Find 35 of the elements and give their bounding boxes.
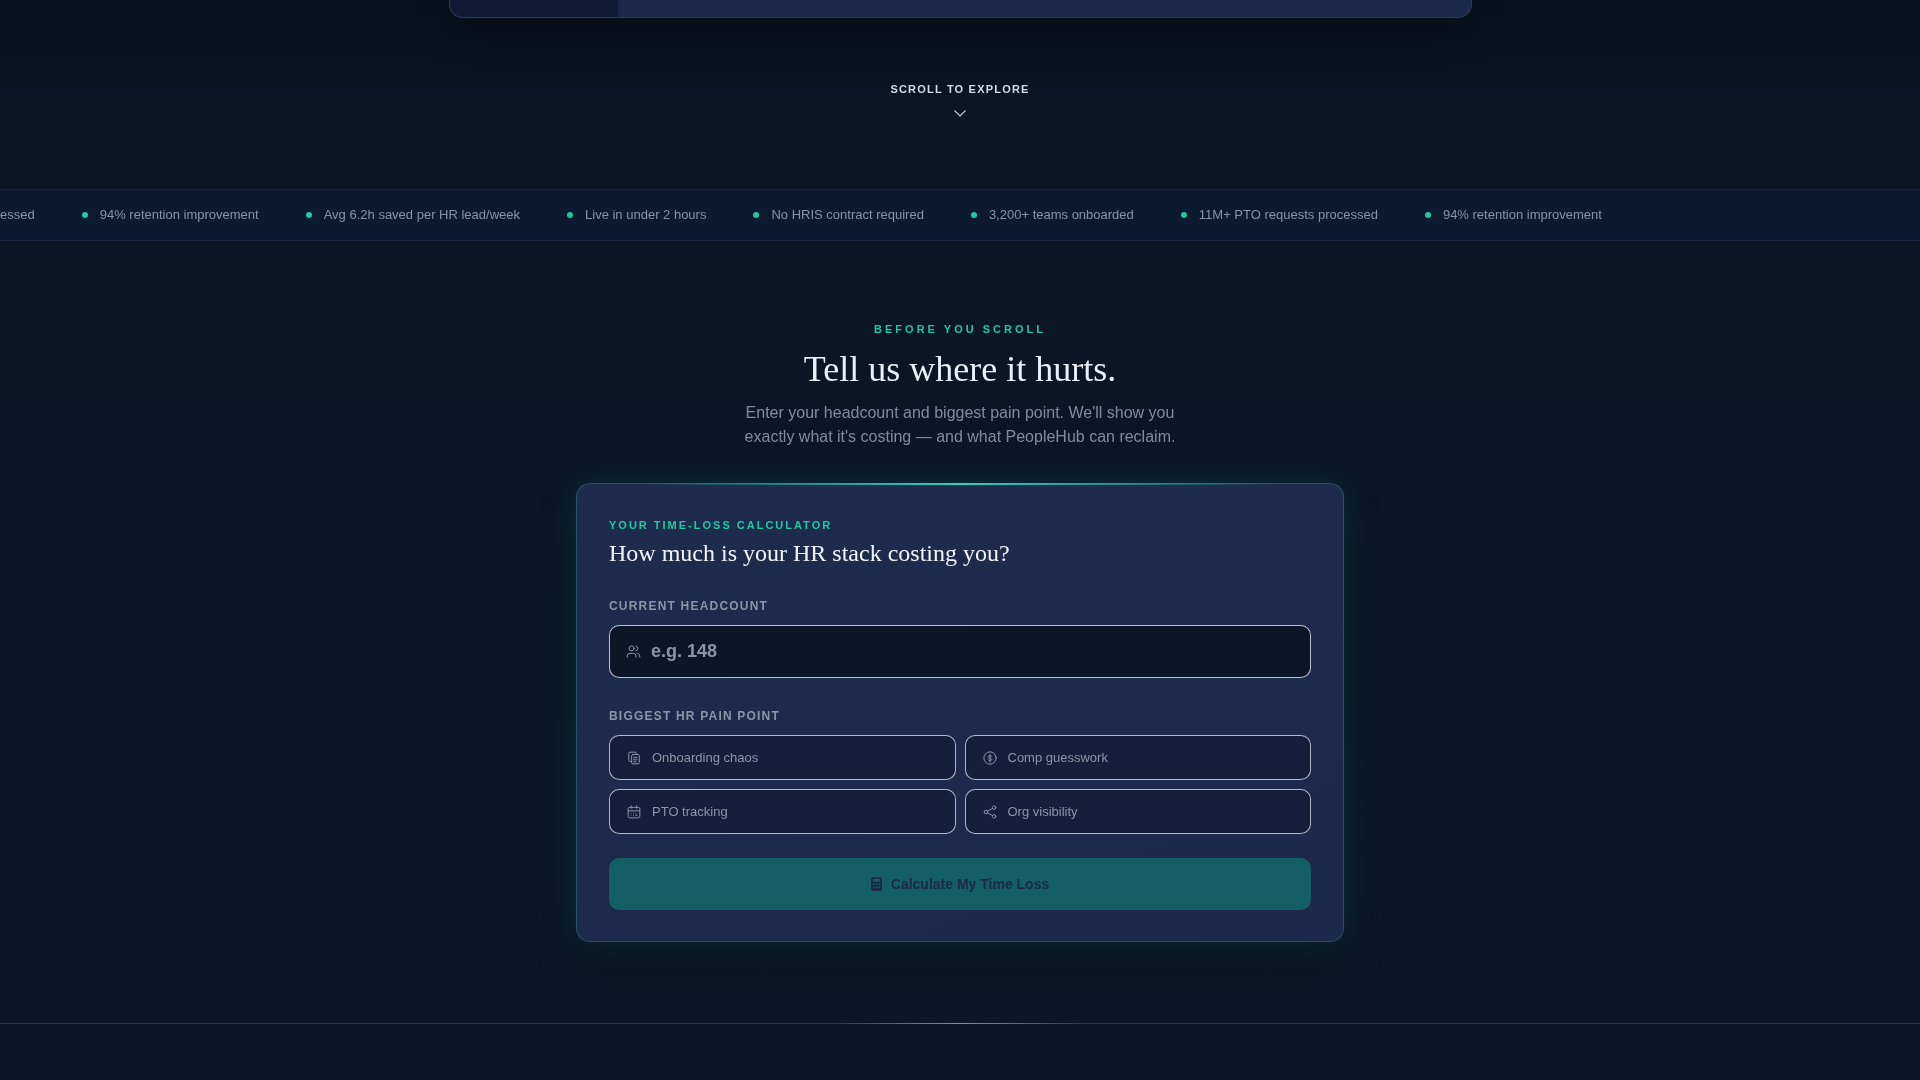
chevron-down-icon (954, 110, 966, 117)
section-heading: Tell us where it hurts. (803, 348, 1117, 391)
field-label: BIGGEST HR PAIN POINT (609, 708, 781, 724)
pain-point-option[interactable]: Org visibility (964, 789, 1311, 834)
bullet-dot-icon (305, 212, 312, 218)
pain-point-option[interactable]: Onboarding chaos (609, 735, 956, 780)
bullet-dot-icon (567, 212, 573, 218)
people-icon (626, 644, 641, 659)
section-eyebrow: BEFORE YOU SCROLL (874, 322, 1046, 336)
documents-icon (627, 750, 641, 765)
calculator-icon (870, 877, 882, 891)
ticker-text: Live in under 2 hours (585, 207, 707, 223)
dollar-coin-icon (982, 750, 997, 765)
ticker-text: 3,200+ teams onboarded (988, 207, 1134, 223)
bullet-dot-icon (753, 212, 760, 218)
ticker-text: No HRIS contract required (771, 207, 924, 223)
ticker-text: 94% retention improvement (99, 207, 259, 223)
pain-point-option[interactable]: PTO tracking (609, 789, 956, 834)
scroll-hint-label: SCROLL TO EXPLORE (890, 82, 1030, 96)
section-description: Enter your headcount and biggest pain point. We'll show you exactly what it's costing — and what PeopleHub can reclaim. (743, 403, 1177, 447)
bullet-dot-icon (1180, 212, 1187, 218)
ticker-text: essed (0, 207, 35, 223)
ticker-text: Avg 6.2h saved per HR lead/week (323, 207, 520, 223)
bullet-dot-icon (970, 212, 977, 218)
calendar-icon (627, 804, 641, 819)
headcount-input[interactable]: e.g. 148 (609, 625, 1311, 678)
ticker-text: 94% retention improvement (1442, 207, 1602, 223)
field-label: CURRENT HEADCOUNT (609, 598, 770, 614)
calculator-eyebrow: YOUR TIME-LOSS CALCULATOR (609, 518, 834, 532)
bullet-dot-icon (81, 212, 88, 218)
bullet-dot-icon (1424, 212, 1431, 218)
ticker-text: 11M+ PTO requests processed (1198, 207, 1378, 223)
pain-point-option[interactable]: Comp guesswork (964, 735, 1311, 780)
share-nodes-icon (982, 804, 997, 819)
calculator-title: How much is your HR stack costing you? (609, 539, 1011, 568)
